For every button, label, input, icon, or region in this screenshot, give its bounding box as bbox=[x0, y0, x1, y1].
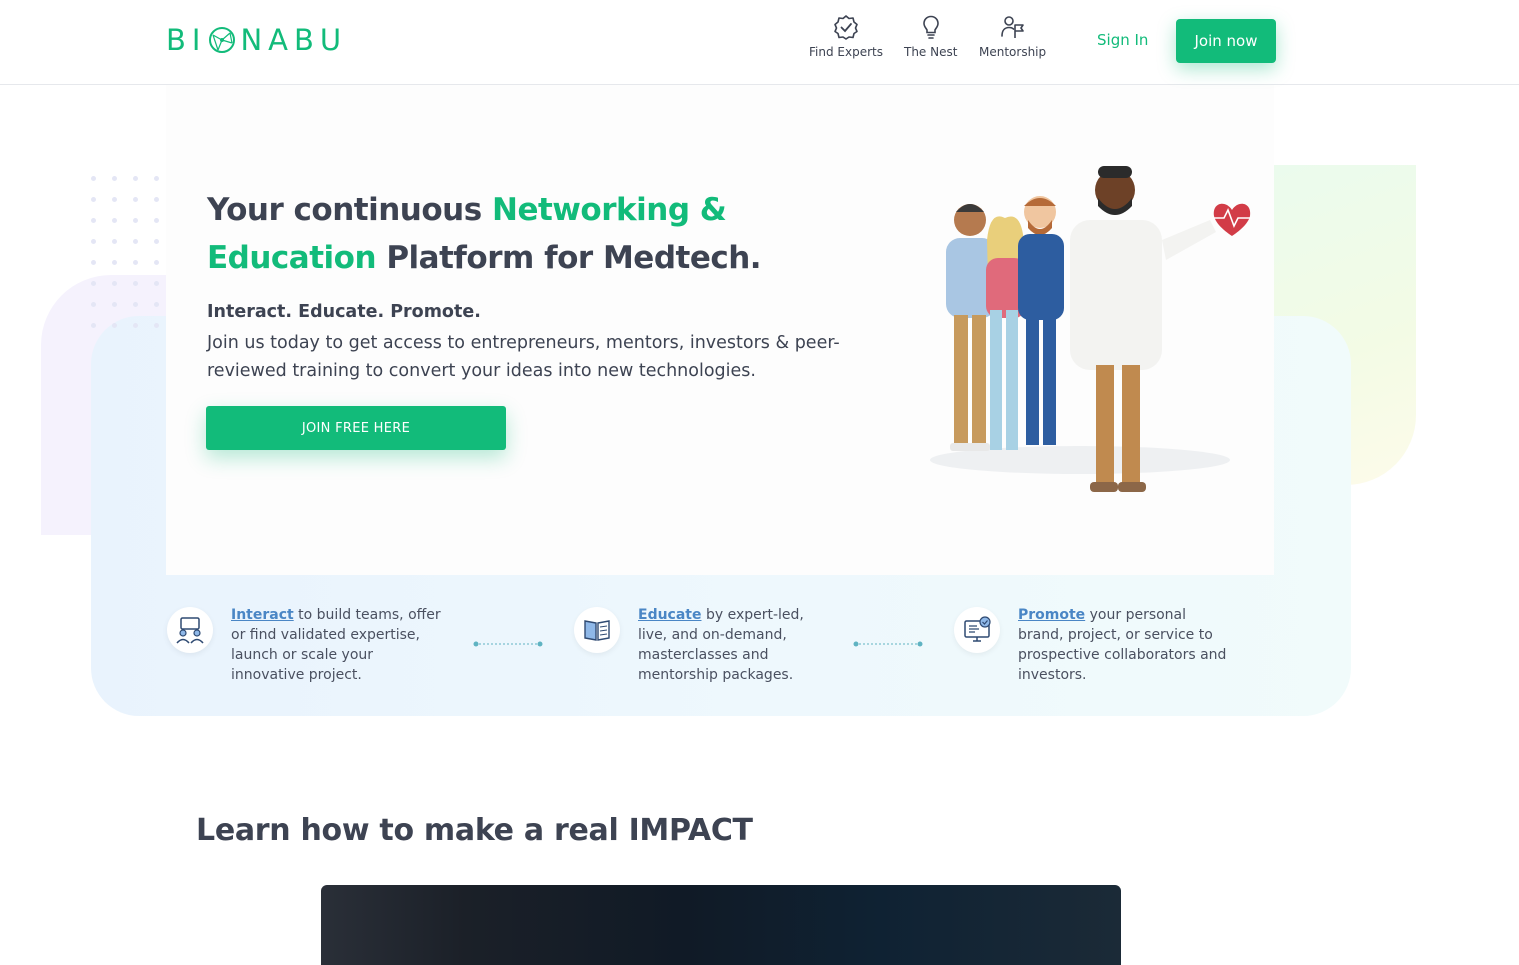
site-header: BI NABU Find Experts The Nest Mentorship… bbox=[0, 0, 1519, 85]
hero-title: Your continuous Networking & Education P… bbox=[207, 186, 847, 282]
learn-section-title: Learn how to make a real IMPACT bbox=[196, 813, 753, 848]
globe-logo-icon bbox=[209, 27, 236, 53]
decor-dot bbox=[91, 239, 96, 244]
decor-dot bbox=[112, 239, 117, 244]
nav-find-experts[interactable]: Find Experts bbox=[809, 14, 883, 59]
decor-dot bbox=[133, 323, 138, 328]
feature-icon-interact bbox=[167, 607, 213, 653]
decor-dot bbox=[133, 302, 138, 307]
lightbulb-icon bbox=[922, 15, 939, 39]
join-free-button[interactable]: JOIN FREE HERE bbox=[206, 406, 506, 450]
decor-dot bbox=[112, 176, 117, 181]
decor-dot bbox=[154, 239, 159, 244]
decor-dot bbox=[133, 218, 138, 223]
decor-dot bbox=[112, 281, 117, 286]
decor-dot bbox=[91, 260, 96, 265]
nav-label: Mentorship bbox=[979, 45, 1047, 59]
feature-interact: Interact to build teams, offer or find v… bbox=[231, 605, 446, 685]
decor-dot bbox=[91, 302, 96, 307]
hero-title-part2: Platform for Medtech. bbox=[376, 240, 762, 276]
decor-dot bbox=[154, 302, 159, 307]
medical-team-illustration bbox=[930, 166, 1252, 492]
nav-label: Find Experts bbox=[809, 45, 883, 59]
decor-dot bbox=[154, 323, 159, 328]
decor-dot bbox=[154, 281, 159, 286]
feature-icon-promote bbox=[954, 607, 1000, 653]
decor-dot bbox=[91, 176, 96, 181]
connector-1 bbox=[473, 641, 543, 647]
decor-dot bbox=[154, 218, 159, 223]
decor-dot bbox=[154, 260, 159, 265]
decor-dot bbox=[133, 239, 138, 244]
logo-text-left: BI bbox=[166, 23, 207, 57]
interact-link[interactable]: Interact bbox=[231, 607, 294, 623]
feature-promote: Promote your personal brand, project, or… bbox=[1018, 605, 1233, 685]
feature-educate: Educate by expert-led, live, and on-dema… bbox=[638, 605, 823, 685]
decor-dot bbox=[91, 281, 96, 286]
decor-dot bbox=[112, 260, 117, 265]
decor-dot bbox=[112, 197, 117, 202]
monitor-promote-icon bbox=[964, 616, 991, 642]
connector-2 bbox=[853, 641, 923, 647]
team-meeting-icon bbox=[176, 617, 204, 644]
decor-dot-grid bbox=[91, 176, 171, 336]
decor-dot bbox=[91, 323, 96, 328]
badge-check-icon bbox=[834, 15, 858, 40]
nav-mentorship[interactable]: Mentorship bbox=[979, 14, 1046, 59]
decor-dot bbox=[154, 197, 159, 202]
decor-dot bbox=[91, 197, 96, 202]
sign-in-link[interactable]: Sign In bbox=[1097, 31, 1148, 49]
hero-description: Join us today to get access to entrepren… bbox=[207, 333, 840, 381]
nav-label: The Nest bbox=[904, 45, 958, 59]
join-now-button[interactable]: Join now bbox=[1176, 19, 1276, 63]
decor-dot bbox=[133, 260, 138, 265]
logo[interactable]: BI NABU bbox=[166, 22, 347, 58]
decor-dot bbox=[154, 176, 159, 181]
decor-dot bbox=[112, 302, 117, 307]
decor-dot bbox=[133, 197, 138, 202]
hero-title-part1: Your continuous bbox=[207, 192, 492, 228]
educate-link[interactable]: Educate bbox=[638, 607, 702, 623]
promote-link[interactable]: Promote bbox=[1018, 607, 1085, 623]
feature-icon-educate bbox=[574, 607, 620, 653]
decor-dot bbox=[112, 218, 117, 223]
decor-dot bbox=[133, 281, 138, 286]
mentor-flag-icon bbox=[1000, 16, 1024, 38]
open-book-icon bbox=[584, 620, 610, 641]
nav-the-nest[interactable]: The Nest bbox=[904, 14, 957, 59]
logo-text-right: NABU bbox=[240, 23, 348, 57]
hero-tagline: Interact. Educate. Promote. bbox=[207, 302, 481, 322]
decor-dot bbox=[112, 323, 117, 328]
decor-dot bbox=[133, 176, 138, 181]
decor-dot bbox=[91, 218, 96, 223]
video-player[interactable] bbox=[321, 885, 1121, 965]
